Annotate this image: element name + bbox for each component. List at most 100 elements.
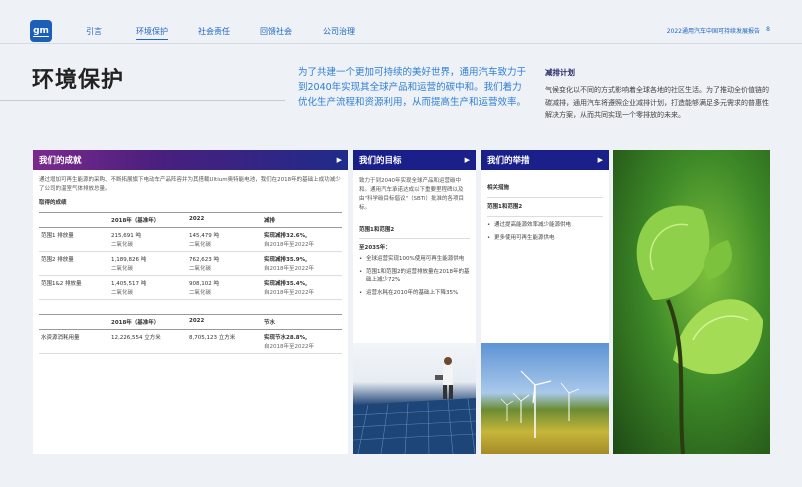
page-number: 8 (766, 26, 770, 33)
unit: 二氧化碳 (111, 242, 134, 248)
divider (359, 238, 470, 239)
table-header: 2022 (187, 314, 262, 330)
goals-header[interactable]: 我们的目标 ▶ (353, 150, 476, 170)
value: 762,623 吨 (189, 257, 219, 263)
goals-text: 致力于到2040年实现全球产品和运营碳中和。通用汽车承诺达成以下重要里程碑以及由… (359, 178, 465, 211)
unit: 二氧化碳 (189, 266, 212, 272)
nav-item-community[interactable]: 回馈社会 (260, 26, 292, 37)
note: 自2018年至2022年 (264, 266, 314, 272)
result-value: 实现节水28.8%, 自2018年至2022年 (262, 329, 342, 354)
intro-text: 为了共建一个更加可持续的美好世界，通用汽车致力于到2040年实现其全球产品和运营… (298, 67, 527, 108)
table-row: 范围1&2 排放量 1,405,517 吨二氧化碳 908,102 吨二氧化碳 … (39, 275, 342, 300)
top-navigation: gm 引言 环境保护 社会责任 回馈社会 公司治理 2022通用汽车中国可持续发… (0, 0, 802, 44)
table-header (39, 212, 109, 228)
row-label: 范围1 排放量 (39, 227, 109, 252)
base-value: 215,691 吨二氧化碳 (109, 227, 187, 252)
table-header: 减排 (262, 212, 342, 228)
note: 自2018年至2022年 (264, 344, 314, 350)
measures-subhead: 相关措施 (487, 185, 510, 191)
note: 自2018年至2022年 (264, 242, 314, 248)
result-value: 实现减排35.4%, 自2018年至2022年 (262, 275, 342, 300)
emission-plan-text: 气候变化以不同的方式影响着全球各地的社区生活。为了推动全价值链的碳减排，通用汽车… (545, 86, 769, 119)
solar-panel-photo (353, 343, 476, 454)
goals-title: 我们的目标 (359, 156, 402, 166)
note: 自2018年至2022年 (264, 290, 314, 296)
report-title: 2022通用汽车中国可持续发展报告 (666, 28, 760, 35)
achievements-lead: 通过增加可再生能源的采购、不断拓展旗下电动车产品阵容并为其搭载Ultium奥特能… (39, 177, 341, 192)
logo-text: gm (33, 25, 49, 37)
table-header: 2022 (187, 212, 262, 228)
list-item: 更多使用可再生能源供电 (487, 234, 603, 243)
base-value: 1,189,826 吨二氧化碳 (109, 251, 187, 276)
solar-panel-illustration (353, 357, 476, 454)
title-divider (0, 100, 285, 101)
2022-value: 908,102 吨二氧化碳 (187, 275, 262, 300)
divider (487, 197, 603, 198)
nav-item-social[interactable]: 社会责任 (198, 26, 230, 37)
unit: 二氧化碳 (189, 290, 212, 296)
result: 实现节水28.8%, (264, 335, 308, 341)
2022-value: 8,705,123 立方米 (187, 329, 262, 354)
value: 1,189,826 吨 (111, 257, 147, 263)
list-item: 运营水耗在2010年的基础上下降35% (359, 289, 470, 298)
table-row: 水资源消耗用量 12,226,554 立方米 8,705,123 立方米 实现节… (39, 329, 342, 354)
value: 145,479 吨 (189, 233, 219, 239)
table-row: 范围2 排放量 1,189,826 吨二氧化碳 762,623 吨二氧化碳 实现… (39, 251, 342, 276)
list-item: 通过提高能源效率减少能源供电 (487, 221, 603, 230)
goals-scope-heading: 范围1和范围2 (359, 227, 395, 233)
gm-logo[interactable]: gm (30, 20, 52, 42)
divider (487, 216, 603, 217)
table-header (39, 314, 109, 330)
water-table: 2018年（基准年） 2022 节水 水资源消耗用量 12,226,554 立方… (39, 314, 342, 354)
2022-value: 762,623 吨二氧化碳 (187, 251, 262, 276)
result-value: 实现减排32.6%, 自2018年至2022年 (262, 227, 342, 252)
result: 实现减排35.4%, (264, 281, 308, 287)
goals-list: 全球运营实现100%使用可再生能源供电 范围1和范围2的运营排放量在2018年的… (359, 255, 470, 297)
leaves-illustration (636, 205, 763, 454)
list-item: 全球运营实现100%使用可再生能源供电 (359, 255, 470, 264)
unit: 二氧化碳 (111, 290, 134, 296)
2022-value: 145,479 吨二氧化碳 (187, 227, 262, 252)
base-value: 12,226,554 立方米 (109, 329, 187, 354)
list-item: 范围1和范围2的运营排放量在2018年的基础上减少72% (359, 268, 470, 285)
value: 908,102 吨 (189, 281, 219, 287)
wind-turbine-photo (481, 343, 609, 454)
table-header: 2018年（基准年） (109, 314, 187, 330)
nav-item-environment[interactable]: 环境保护 (136, 26, 168, 40)
achievements-title: 我们的成就 (39, 156, 82, 166)
arrow-right-icon: ▶ (336, 156, 342, 164)
unit: 二氧化碳 (189, 242, 212, 248)
goals-year-heading: 至2035年： (359, 245, 391, 251)
table-row: 范围1 排放量 215,691 吨二氧化碳 145,479 吨二氧化碳 实现减排… (39, 227, 342, 252)
arrow-right-icon: ▶ (464, 156, 470, 164)
row-label: 水资源消耗用量 (39, 329, 109, 354)
nav-item-governance[interactable]: 公司治理 (323, 26, 355, 37)
measures-header[interactable]: 我们的举措 ▶ (481, 150, 609, 170)
row-label: 范围2 排放量 (39, 251, 109, 276)
green-leaves-photo (613, 150, 770, 454)
measures-card: 我们的举措 ▶ 相关措施 范围1和范围2 通过提高能源效率减少能源供电 更多使用… (481, 150, 609, 343)
result-value: 实现减排35.9%, 自2018年至2022年 (262, 251, 342, 276)
arrow-right-icon: ▶ (597, 156, 603, 164)
table-header: 节水 (262, 314, 342, 330)
measures-scope-heading: 范围1和范围2 (487, 204, 523, 210)
achievements-card: 我们的成就 ▶ 通过增加可再生能源的采购、不断拓展旗下电动车产品阵容并为其搭载U… (33, 150, 348, 454)
measures-list: 通过提高能源效率减少能源供电 更多使用可再生能源供电 (487, 221, 603, 242)
row-label: 范围1&2 排放量 (39, 275, 109, 300)
value: 1,405,517 吨 (111, 281, 147, 287)
page-title: 环境保护 (32, 68, 125, 93)
value: 215,691 吨 (111, 233, 141, 239)
result: 实现减排32.6%, (264, 233, 308, 239)
result: 实现减排35.9%, (264, 257, 308, 263)
measures-title: 我们的举措 (487, 156, 530, 166)
table-header: 2018年（基准年） (109, 212, 187, 228)
nav-item-intro[interactable]: 引言 (86, 26, 102, 37)
achievements-subhead: 取得的成绩 (39, 200, 67, 206)
emissions-table: 2018年（基准年） 2022 减排 范围1 排放量 215,691 吨二氧化碳… (39, 212, 342, 300)
achievements-header[interactable]: 我们的成就 ▶ (33, 150, 348, 170)
base-value: 1,405,517 吨二氧化碳 (109, 275, 187, 300)
wind-turbine-illustration (500, 370, 580, 438)
emission-plan-heading: 减排计划 (545, 68, 575, 77)
goals-card: 我们的目标 ▶ 致力于到2040年实现全球产品和运营碳中和。通用汽车承诺达成以下… (353, 150, 476, 343)
unit: 二氧化碳 (111, 266, 134, 272)
